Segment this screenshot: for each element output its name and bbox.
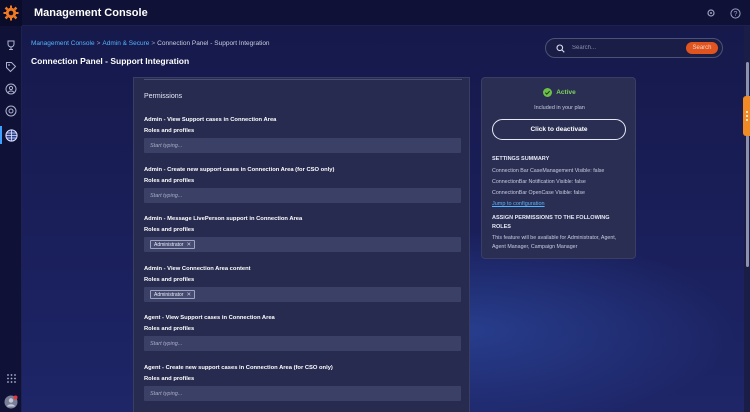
plan-note: Included in your plan (534, 105, 585, 111)
user-icon[interactable] (3, 81, 19, 97)
tag-icon[interactable] (3, 59, 19, 75)
assign-permissions-text: This feature will be available for Admin… (492, 235, 617, 250)
breadcrumb-separator: > (96, 40, 101, 47)
permission-item: Agent - View Support cases in Connection… (144, 315, 462, 351)
permission-label: Admin - Create new support cases in Conn… (144, 167, 335, 173)
divider (144, 79, 462, 80)
permissions-title: Permissions (144, 93, 183, 100)
status-label: Active (556, 89, 576, 96)
roles-input-placeholder: Start typing... (150, 142, 183, 149)
scrollbar-thumb[interactable] (746, 62, 749, 267)
breadcrumb-item-admin-secure[interactable]: Admin & Secure (102, 40, 149, 47)
roles-input[interactable]: Administrator ✕ (144, 287, 461, 302)
roles-input[interactable]: Start typing... (144, 336, 461, 351)
search-input[interactable] (572, 45, 672, 51)
apps-grid-icon[interactable] (3, 370, 19, 386)
roles-label: Roles and profiles (144, 178, 195, 184)
permission-label: Agent - Create new support cases in Conn… (144, 365, 333, 371)
top-bar: Management Console ? (0, 0, 750, 26)
check-icon (543, 88, 553, 97)
roles-input[interactable]: Start typing... (144, 138, 461, 153)
remove-chip-icon[interactable]: ✕ (186, 242, 191, 248)
settings-icon[interactable] (704, 6, 718, 20)
svg-text:?: ? (733, 11, 737, 18)
deactivate-button[interactable]: Click to deactivate (492, 119, 626, 140)
role-chip: Administrator ✕ (150, 240, 196, 249)
globe-icon[interactable] (3, 127, 19, 143)
avatar[interactable] (3, 394, 19, 410)
setting-line: ConnectionBar OpenCase Visible: false (492, 190, 585, 196)
status-panel: Active Included in your plan Click to de… (481, 77, 636, 259)
dashboard-icon[interactable] (3, 103, 19, 119)
roles-label: Roles and profiles (144, 277, 195, 283)
breadcrumb-item-current: Connection Panel - Support Integration (157, 40, 270, 47)
permission-label: Admin - View Connection Area content (144, 266, 251, 272)
breadcrumb-item-management-console[interactable]: Management Console (31, 40, 95, 47)
page-title: Connection Panel - Support Integration (31, 56, 190, 66)
permission-label: Admin - View Support cases in Connection… (144, 117, 277, 123)
assign-permissions-heading: ASSIGN PERMISSIONS TO THE FOLLOWING ROLE… (492, 215, 610, 230)
breadcrumb: Management Console > Admin & Secure > Connec… (31, 40, 270, 47)
logo[interactable] (0, 0, 22, 26)
trophy-icon[interactable] (3, 37, 19, 53)
roles-input-placeholder: Start typing... (150, 192, 183, 199)
setting-line: ConnectionBar Notification Visible: fals… (492, 179, 586, 185)
permission-item: Agent - Create new support cases in Conn… (144, 365, 462, 401)
roles-label: Roles and profiles (144, 128, 195, 134)
role-chip: Administrator ✕ (150, 290, 196, 299)
permission-item: Admin - View Connection Area content Rol… (144, 266, 462, 302)
search-bar: Search (545, 38, 723, 58)
help-icon[interactable]: ? (728, 6, 742, 20)
roles-input[interactable]: Start typing... (144, 188, 461, 203)
roles-input[interactable]: Administrator ✕ (144, 237, 461, 252)
role-chip-label: Administrator (154, 291, 184, 298)
roles-input[interactable]: Start typing... (144, 386, 461, 401)
sidebar (0, 26, 22, 412)
feedback-tab[interactable] (743, 96, 750, 136)
permission-item: Admin - View Support cases in Connection… (144, 117, 462, 153)
permission-item: Admin - Message LivePerson support in Co… (144, 216, 462, 252)
settings-summary-heading: SETTINGS SUMMARY (492, 156, 550, 162)
permissions-panel: Permissions Admin - View Support cases i… (133, 77, 470, 412)
roles-label: Roles and profiles (144, 227, 195, 233)
gear-logo-icon (3, 5, 19, 20)
setting-line: Connection Bar CaseManagement Visible: f… (492, 168, 605, 174)
roles-input-placeholder: Start typing... (150, 340, 183, 347)
role-chip-label: Administrator (154, 241, 184, 248)
roles-label: Roles and profiles (144, 326, 195, 332)
app-title: Management Console (34, 6, 148, 19)
remove-chip-icon[interactable]: ✕ (186, 292, 191, 298)
search-button[interactable]: Search (686, 42, 718, 54)
roles-input-placeholder: Start typing... (150, 390, 183, 397)
permission-item: Admin - Create new support cases in Conn… (144, 167, 462, 203)
permission-label: Admin - Message LivePerson support in Co… (144, 216, 303, 222)
status-badge: Active (482, 88, 637, 97)
search-icon (552, 39, 568, 57)
permission-label: Agent - View Support cases in Connection… (144, 315, 275, 321)
breadcrumb-separator: > (151, 40, 156, 47)
jump-to-configuration-link[interactable]: Jump to configuration (492, 201, 545, 207)
roles-label: Roles and profiles (144, 376, 195, 382)
